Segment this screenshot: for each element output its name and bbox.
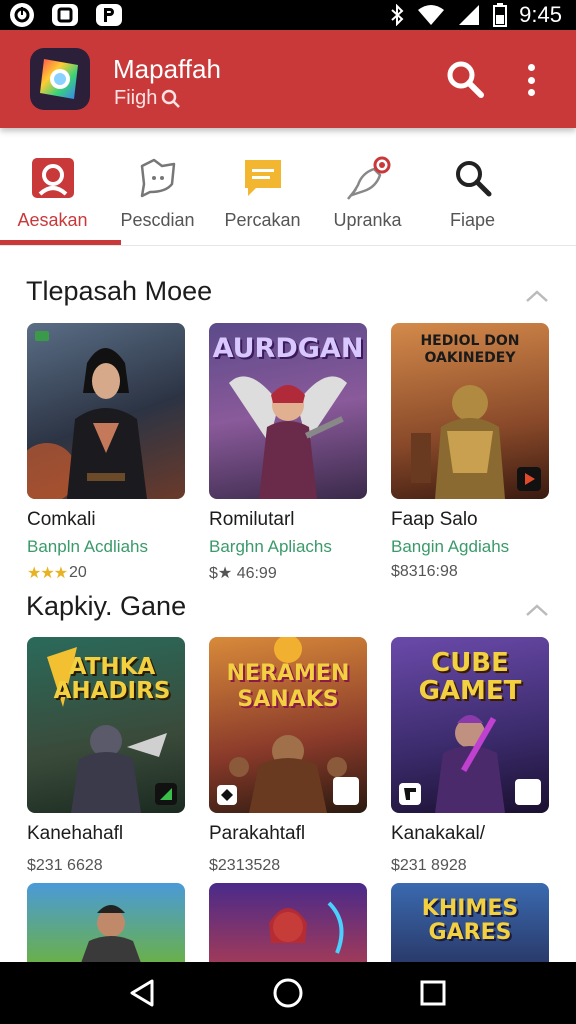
home-button[interactable] [268,973,308,1013]
tab-upranka[interactable]: Upranka [315,140,420,252]
app-card[interactable]: NERAMEN SANAKS Parakahtafl $2313528 [209,637,367,875]
app-name: Kanehahafl [27,823,124,844]
thumbnail-title: HEDIOL DON OAKINEDEY [420,333,520,366]
system-navigation-bar [0,962,576,1024]
tab-divider [0,245,576,246]
hand-bell-icon [344,154,392,202]
app-developer: Banpln Acdliahs [27,537,148,556]
tab-label: Aesakan [17,210,88,230]
age-rating-badge [515,779,541,805]
message-icon [239,154,287,202]
square-dot-icon [52,4,78,26]
chat-bubble-icon [134,154,182,202]
app-thumbnail[interactable]: HEDIOL DON OAKINEDEY [391,323,549,499]
thumbnail-title: ATHKA AHADIRS [53,654,171,704]
app-card[interactable]: Comkali Banpln Acdliahs ★★★ 20 [27,323,185,583]
app-card[interactable]: AURDGAN Romilutarl Barghn Apliachs $★ 46… [209,323,367,583]
tab-aesakan[interactable]: Aesakan [0,140,105,252]
app-thumbnail[interactable]: ATHKA AHADIRS [27,637,185,813]
status-right-icons: 9:45 [389,2,562,28]
app-meta: $231 6628 [27,857,103,874]
app-card[interactable] [27,883,185,963]
app-bar: Mapaffah Fiigh [0,30,576,128]
age-rating-badge [333,777,359,805]
search-icon [447,61,484,98]
app-thumbnail[interactable]: KHIMES GARES [391,883,549,963]
category-tabs: Aesakan Pescdian Percakan Upranka Fiape [0,140,576,252]
clock: 9:45 [519,2,562,27]
small-search-icon [162,89,181,108]
corner-badge-icon [399,783,421,805]
rating-stars-icon: ★★★ [27,565,68,582]
chevron-up-icon[interactable] [524,602,550,618]
more-dot [527,76,535,84]
app-name: Kanakakal/ [391,823,486,844]
tab-label: Upranka [333,210,402,230]
green-badge-icon [155,783,177,805]
tab-label: Percakan [224,210,301,230]
app-name: Parakahtafl [209,823,306,844]
app-meta: ★★★ 20 [27,563,185,583]
recents-button[interactable] [413,973,453,1013]
app-thumbnail[interactable]: NERAMEN SANAKS [209,637,367,813]
search-button[interactable] [444,58,486,100]
more-dot [527,64,535,71]
app-name: Comkali [27,509,96,530]
app-meta: $2313528 [209,857,281,874]
app-name: Romilutarl [209,509,295,530]
wifi-icon [418,5,445,25]
corner-badge-icon [217,785,237,805]
tab-pescdian[interactable]: Pescdian [105,140,210,252]
app-name: Faap Salo [391,509,478,530]
app-meta: $231 8928 [391,857,467,874]
tab-fiape[interactable]: Fiape [420,140,525,252]
thumbnail-title: KHIMES GARES [421,896,519,945]
person-card-icon [29,154,77,202]
app-meta-text: 20 [69,564,87,581]
back-button[interactable] [123,973,163,1013]
bluetooth-icon [391,4,404,26]
signal-icon [459,5,480,25]
recents-square-icon [420,980,446,1006]
app-title: Mapaffah [113,54,221,84]
tab-label: Pescdian [120,210,195,230]
tab-label: Fiape [449,210,496,230]
play-badge-icon [517,467,541,491]
app-logo[interactable] [30,48,90,110]
battery-icon [493,3,508,27]
section-title: Tlepasah Moee [26,276,213,306]
thumbnail-title: CUBE GAMET [418,648,522,706]
thumbnail-title: AURDGAN [212,333,364,364]
app-meta: $★ 46:99 [209,565,277,582]
app-thumbnail[interactable] [209,883,367,963]
app-thumbnail[interactable]: CUBE GAMET [391,637,549,813]
back-triangle-icon [130,979,154,1007]
thumbnail-title: NERAMEN SANAKS [226,661,350,712]
p-icon [96,4,122,26]
app-card[interactable]: CUBE GAMET Kanakakal/ $231 8928 [391,637,549,875]
more-dot [527,89,535,96]
tab-percakan[interactable]: Percakan [210,140,315,252]
app-card[interactable]: KHIMES GARES [391,883,549,963]
status-left-icons [10,3,122,27]
app-thumbnail[interactable] [27,323,185,499]
chevron-up-icon[interactable] [524,288,550,304]
app-thumbnail[interactable] [27,883,185,963]
home-circle-icon [273,978,303,1008]
app-subtitle-text: Fiigh [114,87,158,109]
app-card[interactable]: HEDIOL DON OAKINEDEY Faap Salo Bangin Ag… [391,323,549,581]
status-bar: 9:45 [0,0,576,30]
app-developer: Barghn Apliachs [209,537,332,556]
ring-icon [10,3,34,27]
section-title: Kapkiy. Gane [26,591,187,621]
app-subtitle: Fiigh [114,87,181,110]
app-card[interactable]: ATHKA AHADIRS Kanehahafl $231 6628 [27,637,185,875]
app-developer: Bangin Agdiahs [391,537,510,556]
app-thumbnail[interactable]: AURDGAN [209,323,367,499]
app-meta: $8316:98 [391,563,458,580]
search-icon [449,154,497,202]
app-card[interactable] [209,883,367,963]
more-options-button[interactable] [516,60,546,100]
